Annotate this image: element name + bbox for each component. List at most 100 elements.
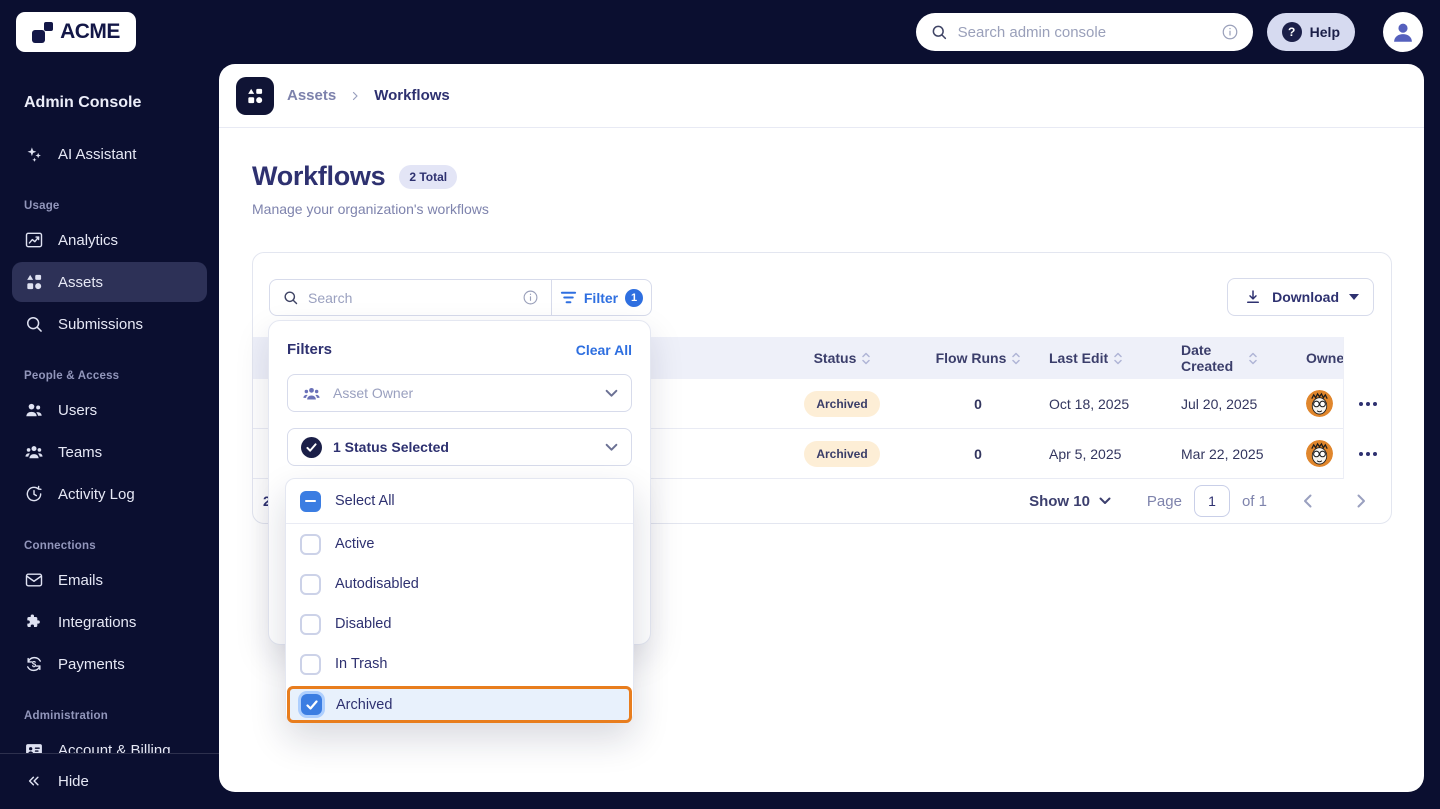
- sidebar-item-assets[interactable]: Assets: [12, 262, 207, 302]
- search-icon: [282, 289, 299, 306]
- last-edit-value: Apr 5, 2025: [1049, 445, 1122, 462]
- sidebar-item-label: Integrations: [58, 613, 137, 631]
- chevron-down-icon: [605, 389, 618, 397]
- search-icon: [930, 23, 948, 41]
- info-icon[interactable]: [522, 289, 539, 306]
- magnifier-icon: [24, 314, 44, 334]
- column-header-status[interactable]: Status: [782, 337, 902, 379]
- sidebar-hide-button[interactable]: Hide: [12, 762, 207, 802]
- person-icon: [1394, 23, 1412, 42]
- user-avatar-button[interactable]: [1383, 12, 1423, 52]
- question-icon: ?: [1281, 22, 1302, 42]
- next-page-button[interactable]: [1347, 487, 1375, 515]
- previous-page-button[interactable]: [1293, 487, 1321, 515]
- filter-button[interactable]: Filter 1: [551, 280, 651, 315]
- option-in-trash[interactable]: In Trash: [286, 644, 633, 684]
- admin-search-bar[interactable]: [915, 13, 1253, 51]
- sidebar-section-connections: Connections: [24, 540, 96, 552]
- option-label: In Trash: [335, 656, 388, 672]
- unchecked-checkbox[interactable]: [300, 533, 321, 555]
- option-disabled[interactable]: Disabled: [286, 604, 633, 644]
- option-label: Autodisabled: [335, 576, 419, 592]
- status-badge: Archived: [804, 440, 880, 467]
- unchecked-checkbox[interactable]: [300, 613, 321, 635]
- status-select[interactable]: 1 Status Selected: [287, 428, 632, 466]
- column-header-flow-runs[interactable]: Flow Runs: [918, 337, 1038, 379]
- clear-all-button[interactable]: Clear All: [576, 342, 632, 358]
- table-search-input[interactable]: [308, 289, 513, 306]
- activity-clock-icon: [24, 484, 44, 504]
- page-header: Workflows 2 Total Manage your organizati…: [252, 161, 489, 217]
- chevron-down-icon: [605, 443, 618, 451]
- people-icon: [301, 384, 322, 403]
- sidebar-item-emails[interactable]: Emails: [12, 560, 207, 600]
- table-search[interactable]: [270, 289, 551, 306]
- envelope-icon: [24, 570, 44, 590]
- owner-avatar: [1306, 440, 1333, 467]
- flow-runs-value: 0: [974, 395, 982, 412]
- sidebar-item-payments[interactable]: $ Payments: [12, 644, 207, 684]
- date-created-value: Mar 22, 2025: [1181, 445, 1264, 462]
- topbar: ACME ? Help: [0, 0, 1440, 64]
- sidebar-section-usage: Usage: [24, 200, 60, 212]
- option-label: Select All: [335, 493, 395, 509]
- chevron-down-icon: [1099, 497, 1111, 504]
- page-size-label: Show 10: [1029, 492, 1090, 510]
- check-circle-icon: [301, 436, 322, 458]
- date-created-value: Jul 20, 2025: [1181, 395, 1258, 412]
- sidebar-item-label: Activity Log: [58, 485, 135, 503]
- page-number-input[interactable]: [1193, 485, 1230, 517]
- page-label: Page: [1146, 492, 1182, 510]
- option-active[interactable]: Active: [286, 524, 633, 564]
- assets-breadcrumb-icon: [236, 76, 274, 115]
- sort-icon: [1012, 352, 1021, 364]
- sidebar-item-users[interactable]: Users: [12, 390, 207, 430]
- page-size-select[interactable]: Show 10: [1029, 493, 1111, 510]
- sticky-actions-column: [1343, 337, 1391, 479]
- assets-grid-icon: [24, 272, 44, 292]
- chevron-right-icon: [349, 90, 361, 102]
- sidebar-item-label: Emails: [58, 571, 104, 589]
- users-icon: [24, 400, 44, 420]
- help-label: Help: [1309, 24, 1340, 40]
- unchecked-checkbox[interactable]: [300, 573, 321, 595]
- help-button[interactable]: ? Help: [1266, 13, 1355, 51]
- puzzle-icon: [24, 612, 44, 632]
- sidebar-item-label: Analytics: [58, 231, 119, 249]
- sidebar-item-teams[interactable]: Teams: [12, 432, 207, 472]
- option-archived-highlighted[interactable]: Archived: [287, 686, 632, 723]
- owner-avatar: [1306, 390, 1333, 417]
- acme-logo[interactable]: ACME: [16, 12, 136, 52]
- admin-search-input[interactable]: [957, 23, 1211, 41]
- row-actions-menu-button[interactable]: [1357, 396, 1379, 412]
- checked-checkbox[interactable]: [301, 694, 322, 715]
- info-icon[interactable]: [1221, 23, 1239, 41]
- option-label: Active: [335, 536, 375, 552]
- indeterminate-checkbox[interactable]: [300, 490, 321, 512]
- chevron-down-icon: [1349, 294, 1359, 300]
- column-header-last-edit[interactable]: Last Edit: [1049, 337, 1174, 379]
- option-select-all[interactable]: Select All: [286, 479, 633, 524]
- download-icon: [1244, 288, 1262, 306]
- sidebar-item-label: Teams: [58, 443, 103, 461]
- option-autodisabled[interactable]: Autodisabled: [286, 564, 633, 604]
- download-label: Download: [1272, 289, 1339, 305]
- download-button[interactable]: Download: [1227, 278, 1374, 316]
- svg-text:$: $: [32, 660, 37, 669]
- sidebar-footer: Hide: [0, 753, 219, 809]
- sidebar-item-analytics[interactable]: Analytics: [12, 220, 207, 260]
- breadcrumb-assets-link[interactable]: Assets: [287, 87, 336, 104]
- status-options-dropdown: Select All Active Autodisabled Disabled …: [285, 478, 634, 723]
- sidebar-item-submissions[interactable]: Submissions: [12, 304, 207, 344]
- flow-runs-value: 0: [974, 445, 982, 462]
- unchecked-checkbox[interactable]: [300, 653, 321, 675]
- sidebar-item-activity-log[interactable]: Activity Log: [12, 474, 207, 514]
- sidebar-item-ai-assistant[interactable]: AI Assistant: [12, 134, 207, 174]
- column-header-date-created[interactable]: Date Created: [1181, 337, 1293, 379]
- analytics-icon: [24, 230, 44, 250]
- column-label: Status: [813, 349, 857, 366]
- asset-owner-select[interactable]: Asset Owner: [287, 374, 632, 412]
- sidebar-item-label: Assets: [58, 273, 104, 291]
- sidebar-item-integrations[interactable]: Integrations: [12, 602, 207, 642]
- row-actions-menu-button[interactable]: [1357, 446, 1379, 462]
